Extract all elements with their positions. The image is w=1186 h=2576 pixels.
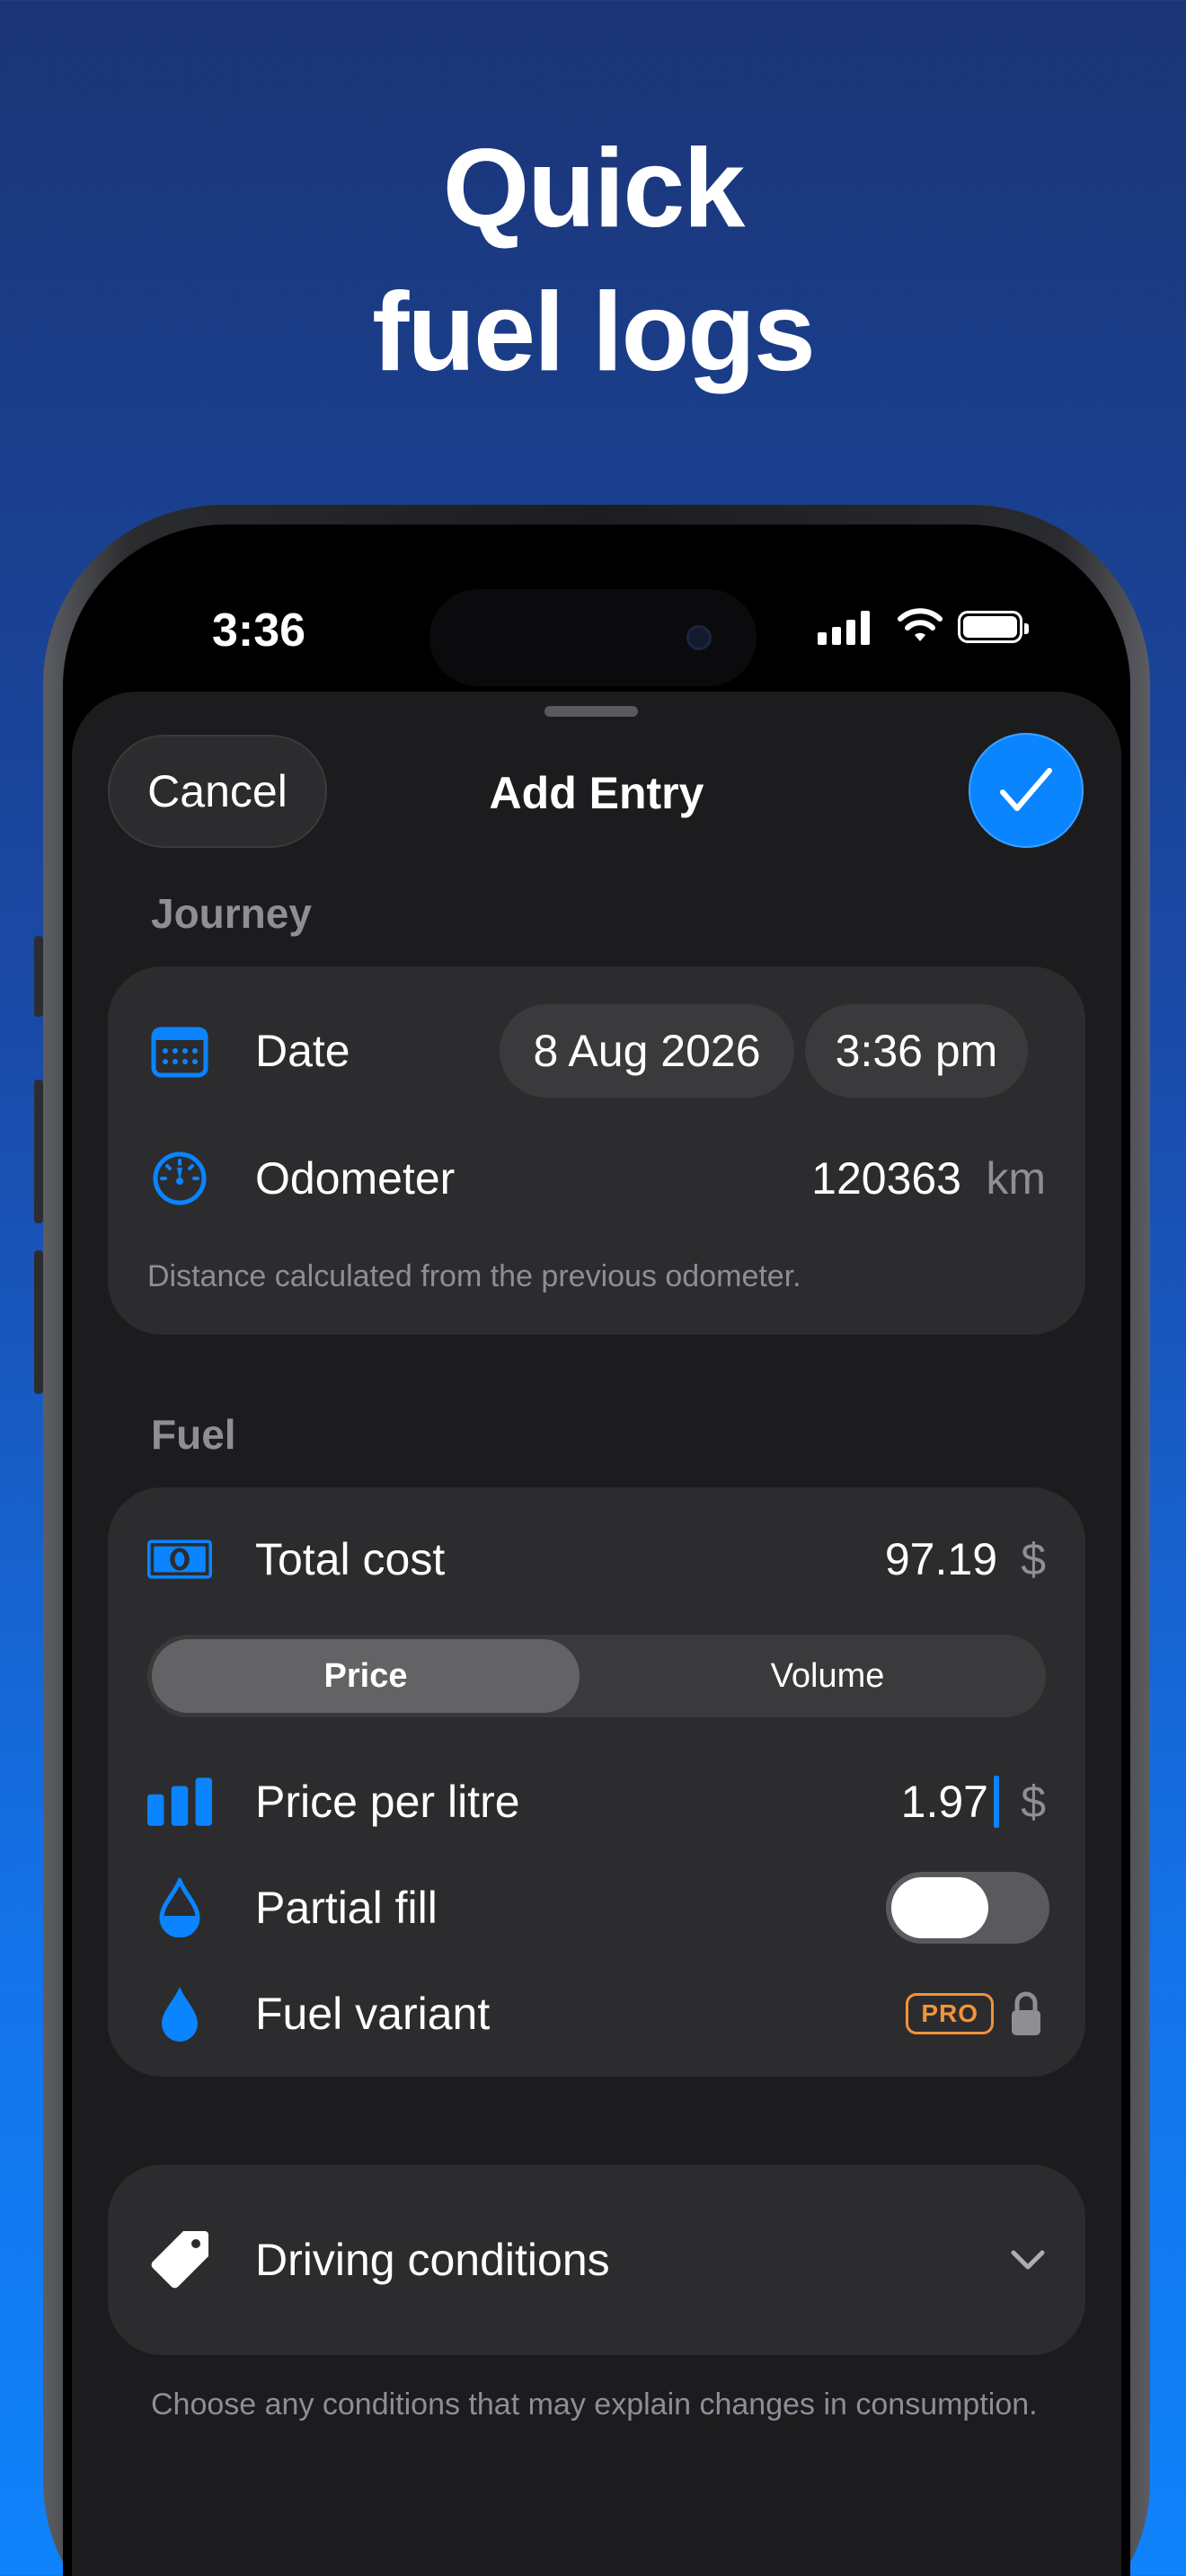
chevron-down-icon: [1010, 2249, 1046, 2271]
driving-conditions-label: Driving conditions: [255, 2235, 610, 2285]
total-cost-label: Total cost: [255, 1534, 446, 1584]
fuel-card: Total cost 97.19 $ Price Volume Price pe…: [108, 1487, 1085, 2077]
segment-price[interactable]: Price: [152, 1639, 580, 1713]
journey-card: Date 8 Aug 2026 3:36 pm Odometer 120363 …: [108, 966, 1085, 1335]
price-currency: $: [1021, 1777, 1046, 1827]
screen: 3:36 Cancel Add Entry Journey Date 8 Aug…: [63, 525, 1130, 2576]
sheet-title: Add Entry: [489, 768, 704, 818]
action-button: [34, 936, 43, 1017]
phone-frame: 3:36 Cancel Add Entry Journey Date 8 Aug…: [34, 505, 1150, 2576]
date-picker[interactable]: 8 Aug 2026: [500, 1004, 794, 1098]
odometer-input[interactable]: 120363: [811, 1152, 961, 1204]
total-cost-input[interactable]: 97.19: [885, 1533, 997, 1585]
text-caret: [994, 1776, 999, 1828]
driving-conditions-row[interactable]: Driving conditions: [108, 2213, 1085, 2307]
total-cost-currency: $: [1021, 1534, 1046, 1584]
save-button[interactable]: [969, 733, 1084, 848]
driving-conditions-card[interactable]: Driving conditions: [108, 2165, 1085, 2355]
wifi-icon: [898, 608, 943, 641]
journey-footnote: Distance calculated from the previous od…: [147, 1259, 801, 1293]
tag-icon: [147, 2228, 212, 2292]
fuel-variant-label: Fuel variant: [255, 1989, 491, 2039]
pro-badge[interactable]: PRO: [906, 1993, 994, 2034]
bar-chart-icon: [147, 1769, 212, 1834]
headline: Quick fuel logs: [0, 117, 1186, 404]
date-row: Date 8 Aug 2026 3:36 pm: [108, 1004, 1085, 1098]
lock-icon: [1010, 1990, 1042, 2037]
odometer-unit: km: [986, 1153, 1046, 1204]
odometer-label: Odometer: [255, 1153, 456, 1204]
dynamic-island: [429, 589, 757, 686]
headline-line-1: Quick: [442, 127, 746, 251]
segment-volume[interactable]: Volume: [614, 1639, 1041, 1713]
headline-line-2: fuel logs: [372, 270, 816, 394]
calendar-icon: [147, 1019, 212, 1083]
toggle-knob: [891, 1877, 988, 1938]
checkmark-icon: [1000, 768, 1052, 811]
camera-icon: [686, 625, 712, 650]
price-per-litre-label: Price per litre: [255, 1777, 520, 1827]
date-label: Date: [255, 1026, 350, 1076]
status-time: 3:36: [212, 604, 306, 657]
fuel-drop-icon: [147, 1981, 212, 2046]
cellular-signal-icon: [818, 611, 870, 645]
total-cost-row: Total cost 97.19 $: [108, 1513, 1085, 1606]
status-bar: 3:36: [63, 525, 1130, 686]
odometer-row: Odometer 120363 km: [108, 1132, 1085, 1225]
journey-section-label: Journey: [151, 890, 312, 937]
price-per-litre-input[interactable]: 1.97: [901, 1776, 988, 1828]
banknote-icon: [147, 1527, 212, 1592]
battery-icon: [958, 611, 1029, 643]
price-volume-segmented-control: Price Volume: [147, 1635, 1046, 1717]
price-per-litre-row: Price per litre 1.97 $: [108, 1755, 1085, 1848]
partial-fill-toggle[interactable]: [886, 1872, 1049, 1944]
fuel-variant-row: Fuel variant PRO: [108, 1967, 1085, 2060]
time-picker[interactable]: 3:36 pm: [805, 1004, 1028, 1098]
volume-up-button: [34, 1080, 43, 1223]
driving-conditions-footnote: Choose any conditions that may explain c…: [151, 2387, 1038, 2422]
half-drop-icon: [147, 1875, 212, 1940]
fuel-section-label: Fuel: [151, 1411, 236, 1458]
add-entry-sheet: Cancel Add Entry Journey Date 8 Aug 2026…: [72, 692, 1121, 2576]
sheet-grabber[interactable]: [544, 706, 638, 717]
volume-down-button: [34, 1250, 43, 1394]
speedometer-icon: [147, 1146, 212, 1211]
partial-fill-label: Partial fill: [255, 1883, 438, 1933]
partial-fill-row: Partial fill: [108, 1861, 1085, 1954]
